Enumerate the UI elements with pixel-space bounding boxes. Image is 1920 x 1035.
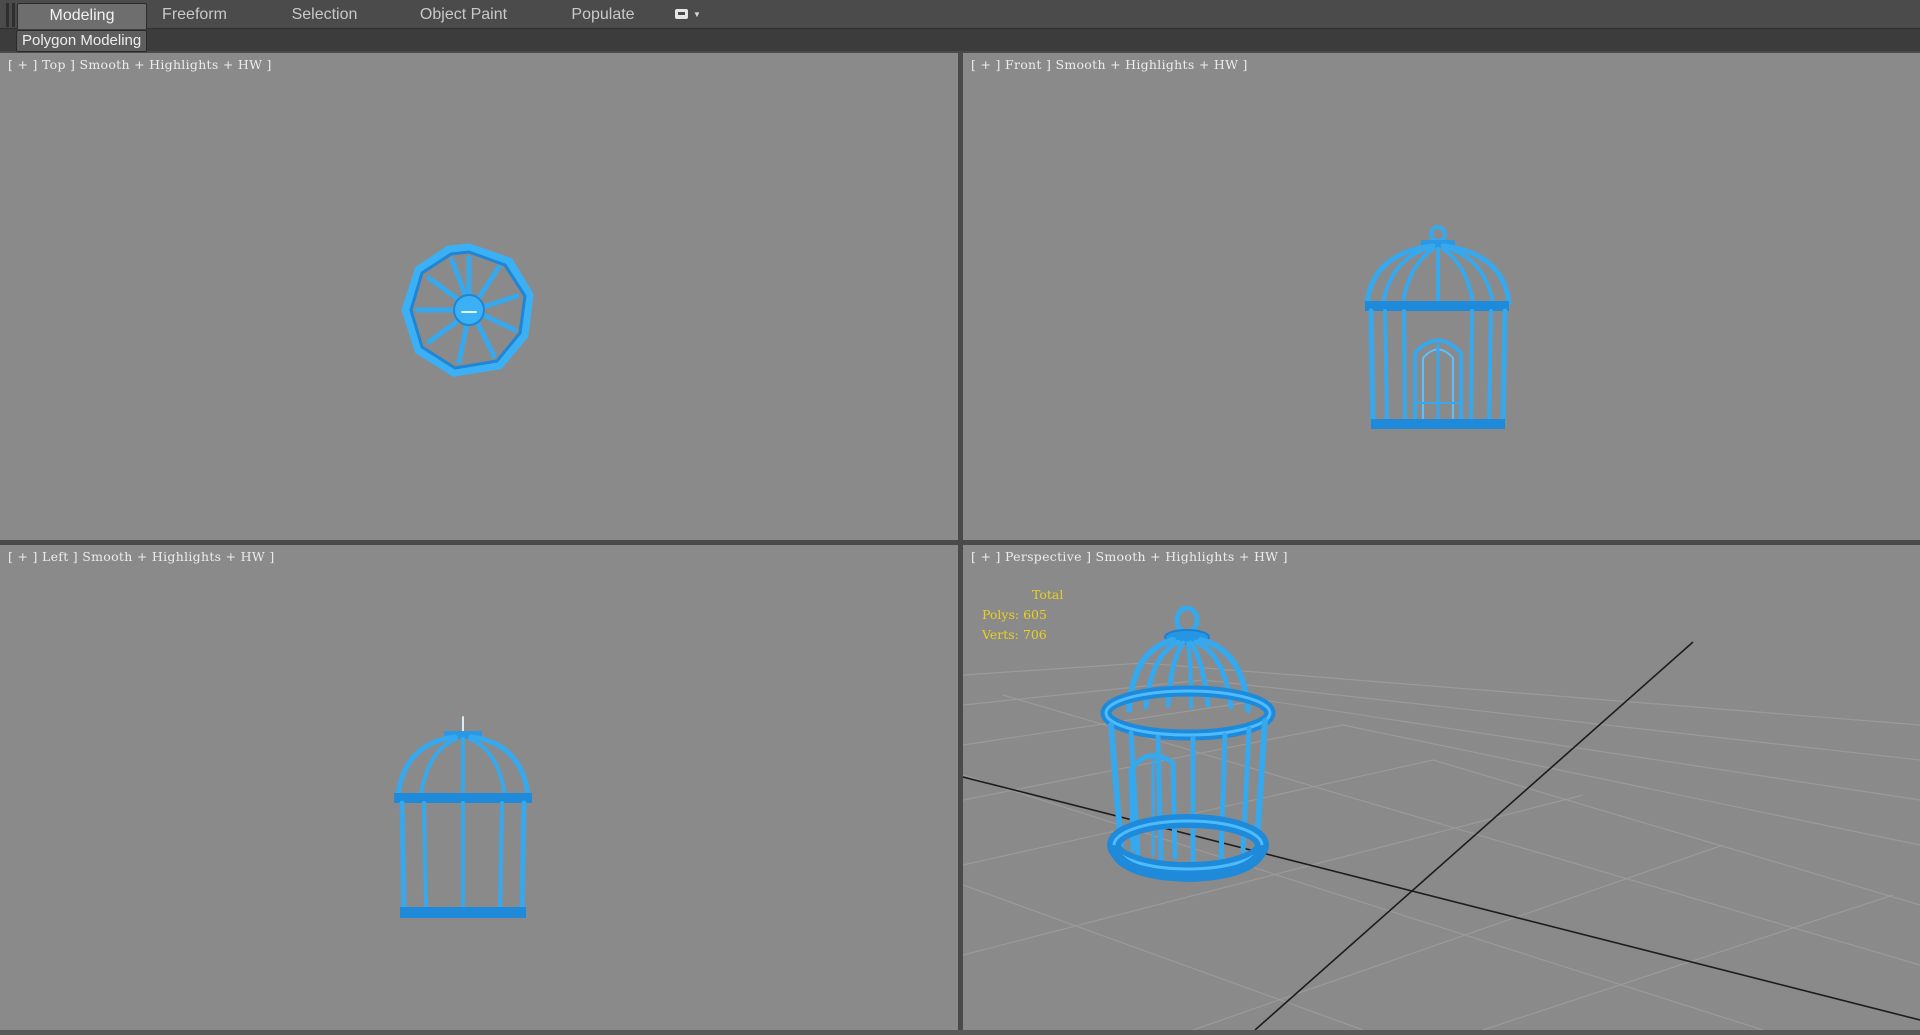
- chevron-down-icon: ▼: [693, 10, 701, 19]
- ribbon-tab-bar: Modeling Freeform Selection Object Paint…: [0, 0, 1920, 29]
- viewport-front[interactable]: [ + ] Front ] Smooth + Highlights + HW ]: [963, 53, 1920, 540]
- birdcage-top-view: [401, 243, 534, 377]
- viewport-perspective[interactable]: [ + ] Perspective ] Smooth + Highlights …: [963, 545, 1920, 1030]
- ribbon-box-icon: [675, 9, 688, 19]
- ribbon-minimize-icon[interactable]: ▼: [673, 8, 701, 22]
- ribbon-panel-row: Polygon Modeling: [0, 29, 1920, 52]
- grid-axis-lines: [963, 641, 1920, 1030]
- viewport-left[interactable]: [ + ] Left ] Smooth + Highlights + HW ]: [0, 545, 958, 1030]
- panel-polygon-modeling[interactable]: Polygon Modeling: [16, 30, 148, 52]
- tab-populate[interactable]: Populate: [558, 3, 648, 27]
- ribbon-grip-handle[interactable]: [6, 3, 9, 27]
- tab-freeform[interactable]: Freeform: [148, 3, 241, 27]
- ribbon-grip-handle[interactable]: [12, 3, 15, 27]
- birdcage-left-view: [394, 716, 532, 918]
- tab-selection[interactable]: Selection: [276, 3, 373, 27]
- bottom-edge: [0, 1030, 1920, 1035]
- tab-modeling[interactable]: Modeling: [17, 3, 147, 29]
- tab-object-paint[interactable]: Object Paint: [405, 3, 522, 27]
- viewport-top[interactable]: [ + ] Top ] Smooth + Highlights + HW ]: [0, 53, 958, 540]
- birdcage-perspective-view: [963, 605, 1920, 1030]
- birdcage-front-view: [1364, 225, 1512, 429]
